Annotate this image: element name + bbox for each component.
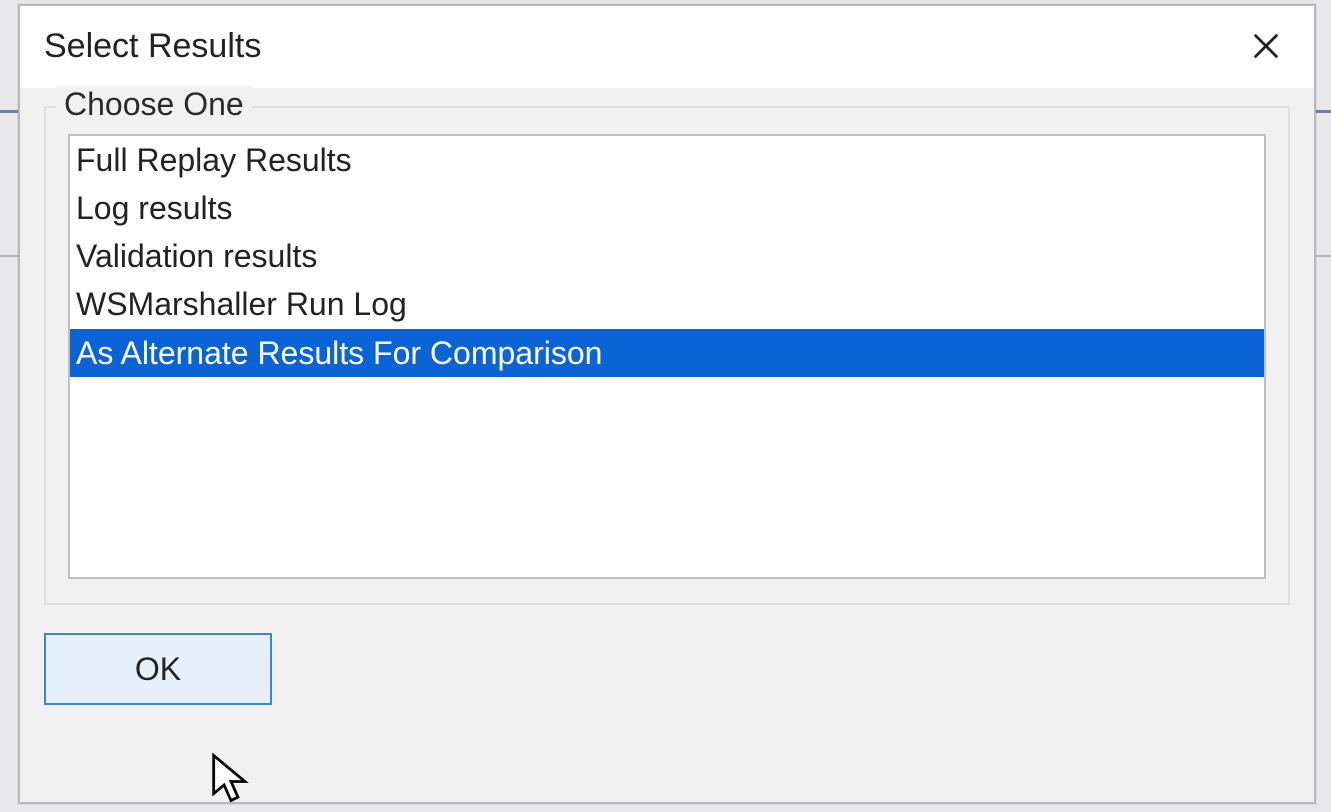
choose-one-group: Choose One Full Replay ResultsLog result… <box>44 106 1290 605</box>
group-label: Choose One <box>56 86 252 123</box>
select-results-dialog: Select Results Choose One Full Replay Re… <box>18 4 1316 804</box>
list-item[interactable]: Validation results <box>70 232 1264 280</box>
ok-button[interactable]: OK <box>44 633 272 705</box>
list-item[interactable]: Log results <box>70 184 1264 232</box>
button-row: OK <box>44 605 1290 705</box>
dialog-titlebar: Select Results <box>20 6 1314 88</box>
list-item[interactable]: As Alternate Results For Comparison <box>70 329 1264 377</box>
dialog-title: Select Results <box>44 27 261 66</box>
close-button[interactable] <box>1244 24 1288 68</box>
dialog-content: Choose One Full Replay ResultsLog result… <box>20 88 1314 802</box>
list-item[interactable]: Full Replay Results <box>70 136 1264 184</box>
close-icon <box>1251 31 1281 61</box>
list-item[interactable]: WSMarshaller Run Log <box>70 280 1264 328</box>
results-listbox[interactable]: Full Replay ResultsLog resultsValidation… <box>68 134 1266 579</box>
